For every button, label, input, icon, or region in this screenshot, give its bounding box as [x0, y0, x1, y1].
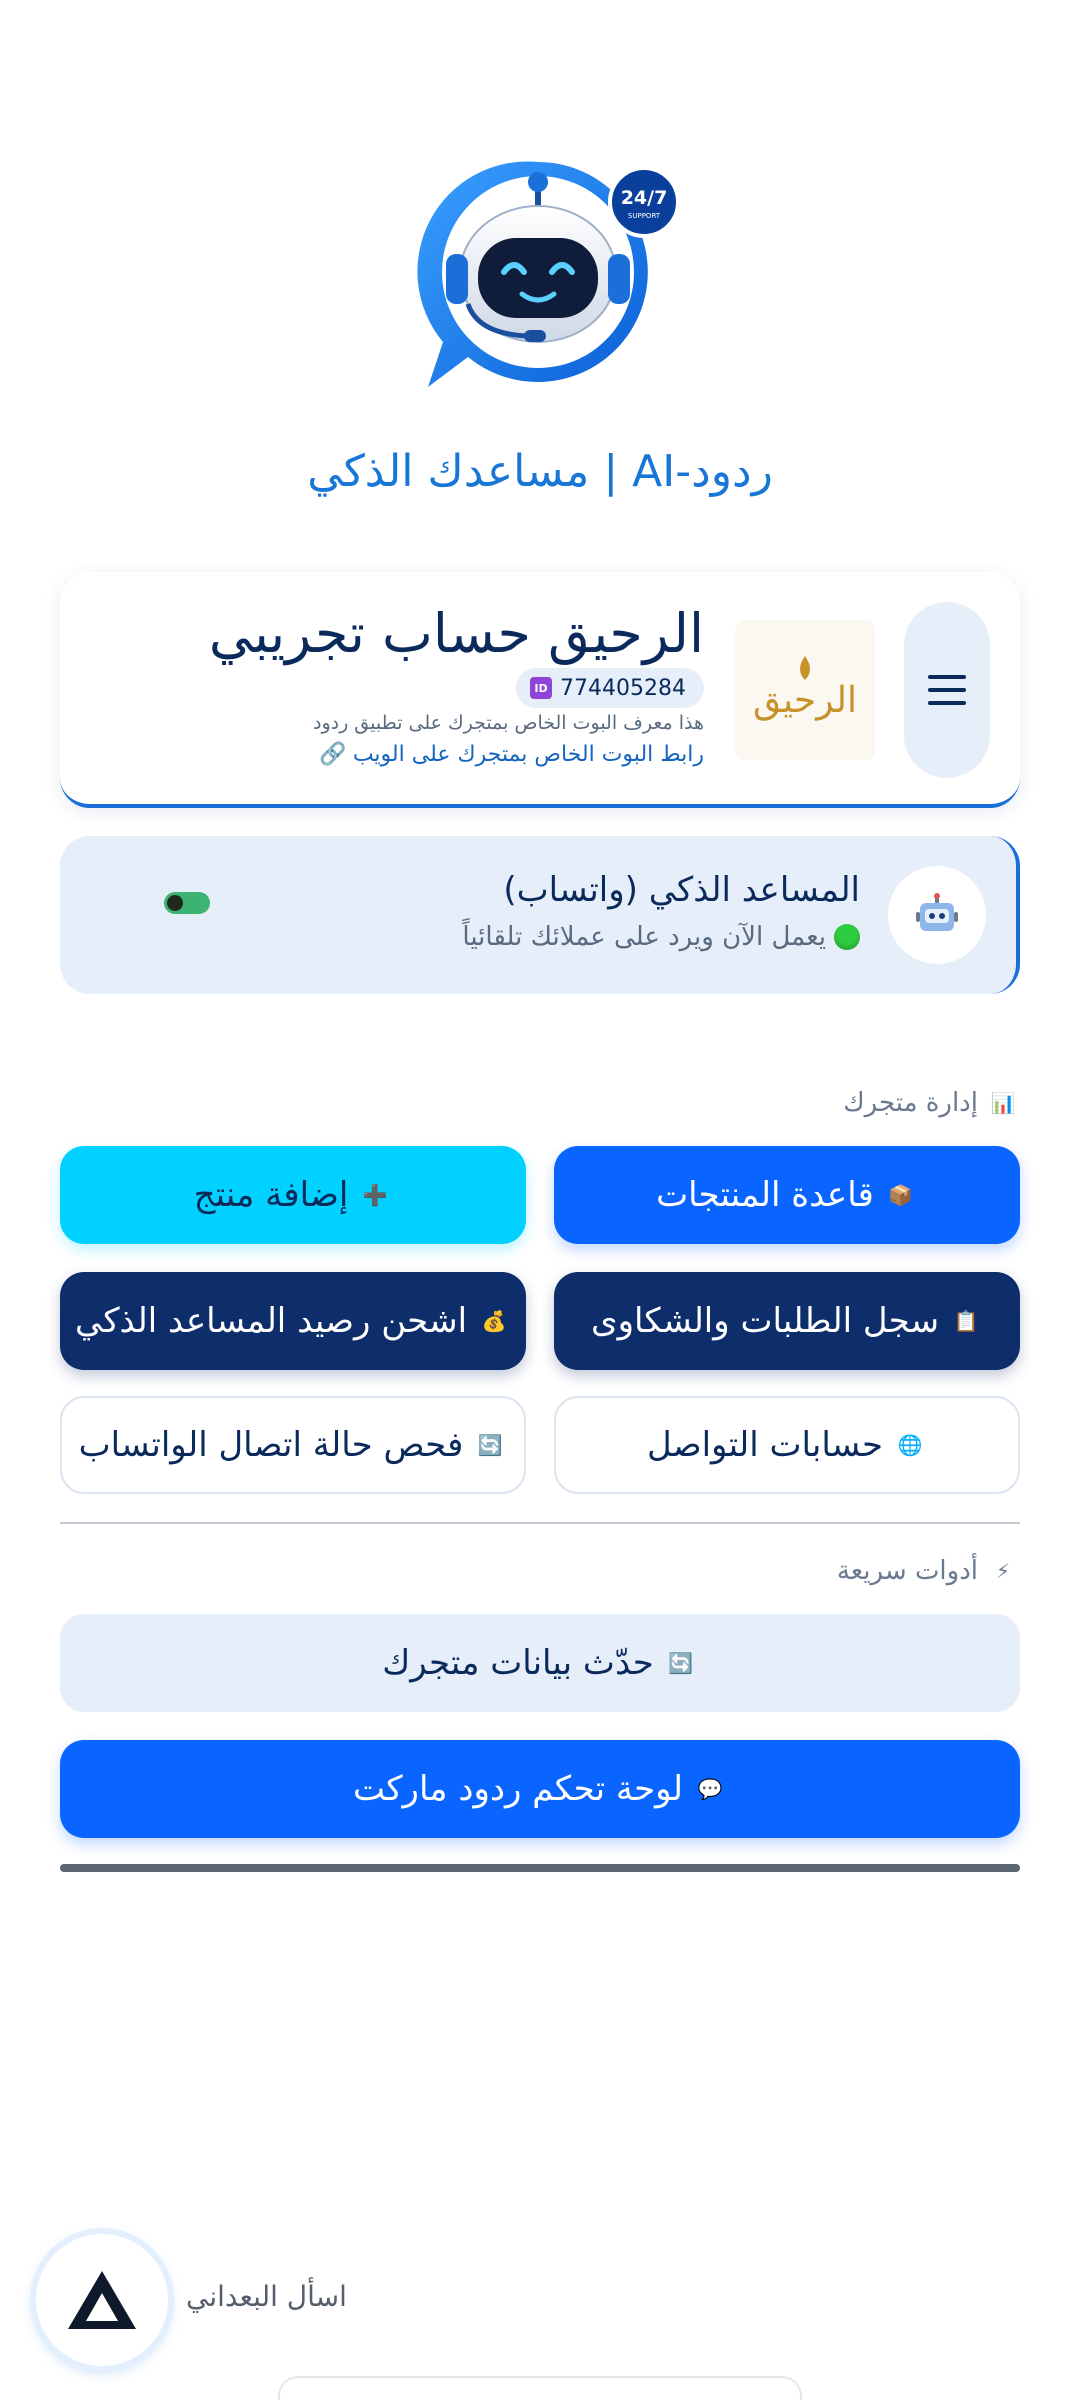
add-product-button[interactable]: ➕ إضافة منتج: [60, 1146, 526, 1244]
id-icon: ID: [530, 677, 553, 699]
plus-icon: ➕: [362, 1183, 388, 1207]
assistant-title: المساعد الذكي (واتساب): [503, 870, 860, 910]
store-card: الرحيق الرحيق حساب تجريبي ID 774405284 ه…: [60, 572, 1020, 808]
store-id-chip[interactable]: ID 774405284: [516, 668, 704, 708]
bottom-sheet-handle[interactable]: [278, 2376, 802, 2400]
store-web-link-label: رابط البوت الخاص بمتجرك على الويب: [352, 742, 704, 767]
section-manage-label: إدارة متجرك: [843, 1088, 978, 1118]
link-icon: 🔗: [319, 742, 347, 767]
assistant-card: المساعد الذكي (واتساب) يعمل الآن ويرد عل…: [60, 836, 1020, 994]
assistant-status: يعمل الآن ويرد على عملائك تلقائياً: [462, 922, 860, 952]
robot-icon: [888, 866, 986, 964]
app-logo: 24/7 SUPPORT: [416, 154, 680, 394]
store-name: الرحيق حساب تجريبي: [208, 602, 704, 665]
products-button[interactable]: 📦 قاعدة المنتجات: [554, 1146, 1020, 1244]
clipboard-icon: 📋: [953, 1309, 979, 1333]
update-store-data-label: حدّث بيانات متجرك: [382, 1643, 654, 1683]
logo-badge-top: 24/7: [621, 187, 668, 209]
triangle-logo-icon: [68, 2271, 136, 2329]
section-quick-label: أدوات سريعة: [836, 1556, 978, 1586]
box-icon: 📦: [888, 1183, 914, 1207]
orders-label: سجل الطلبات والشكاوى: [590, 1301, 940, 1341]
refresh-icon: 🔄: [477, 1433, 503, 1457]
refresh-icon: 🔄: [668, 1651, 694, 1675]
ask-assistant-label: اسأل البعداني: [186, 2280, 347, 2313]
menu-button[interactable]: [904, 602, 990, 778]
dashboard-label: لوحة تحكم ردود ماركت: [352, 1769, 684, 1809]
toggle-knob: [167, 895, 183, 911]
add-product-label: إضافة منتج: [193, 1175, 349, 1215]
store-id-description: هذا معرف البوت الخاص بمتجرك على تطبيق رد…: [312, 712, 704, 734]
recharge-label: اشحن رصيد المساعد الذكي: [74, 1301, 468, 1341]
store-id-value: 774405284: [560, 675, 686, 701]
check-whatsapp-button[interactable]: 🔄 فحص حالة اتصال الواتساب: [60, 1396, 526, 1494]
products-label: قاعدة المنتجات: [656, 1175, 874, 1215]
speech-bubble-icon: 💬: [697, 1777, 723, 1801]
orders-button[interactable]: 📋 سجل الطلبات والشكاوى: [554, 1272, 1020, 1370]
social-accounts-button[interactable]: 🌐 حسابات التواصل: [554, 1396, 1020, 1494]
assistant-status-text: يعمل الآن ويرد على عملائك تلقائياً: [462, 922, 826, 952]
logo-badge-bottom: SUPPORT: [628, 212, 661, 220]
bottom-separator: [60, 1864, 1020, 1872]
assistant-toggle[interactable]: [164, 892, 210, 914]
store-logo-text: الرحيق: [753, 680, 857, 721]
check-whatsapp-label: فحص حالة اتصال الواتساب: [78, 1425, 464, 1465]
chart-icon: 📊: [990, 1091, 1016, 1115]
section-divider: [60, 1522, 1020, 1524]
update-store-data-button[interactable]: 🔄 حدّث بيانات متجرك: [60, 1614, 1020, 1712]
bolt-icon: ⚡: [995, 1559, 1011, 1583]
social-accounts-label: حسابات التواصل: [646, 1425, 884, 1465]
app-title: ردود-AI | مساعدك الذكي: [307, 446, 773, 497]
menu-icon: [928, 675, 966, 705]
section-manage-store: 📊 إدارة متجرك: [60, 1086, 1020, 1120]
money-bag-icon: 💰: [481, 1309, 507, 1333]
store-web-link[interactable]: رابط البوت الخاص بمتجرك على الويب 🔗: [319, 742, 704, 767]
section-quick-tools: ⚡ أدوات سريعة: [60, 1554, 1020, 1588]
store-logo: الرحيق: [735, 620, 875, 760]
dashboard-button[interactable]: 💬 لوحة تحكم ردود ماركت: [60, 1740, 1020, 1838]
status-dot-icon: [834, 924, 860, 950]
ask-assistant-button[interactable]: [36, 2234, 168, 2366]
recharge-button[interactable]: 💰 اشحن رصيد المساعد الذكي: [60, 1272, 526, 1370]
globe-icon: 🌐: [897, 1433, 923, 1457]
